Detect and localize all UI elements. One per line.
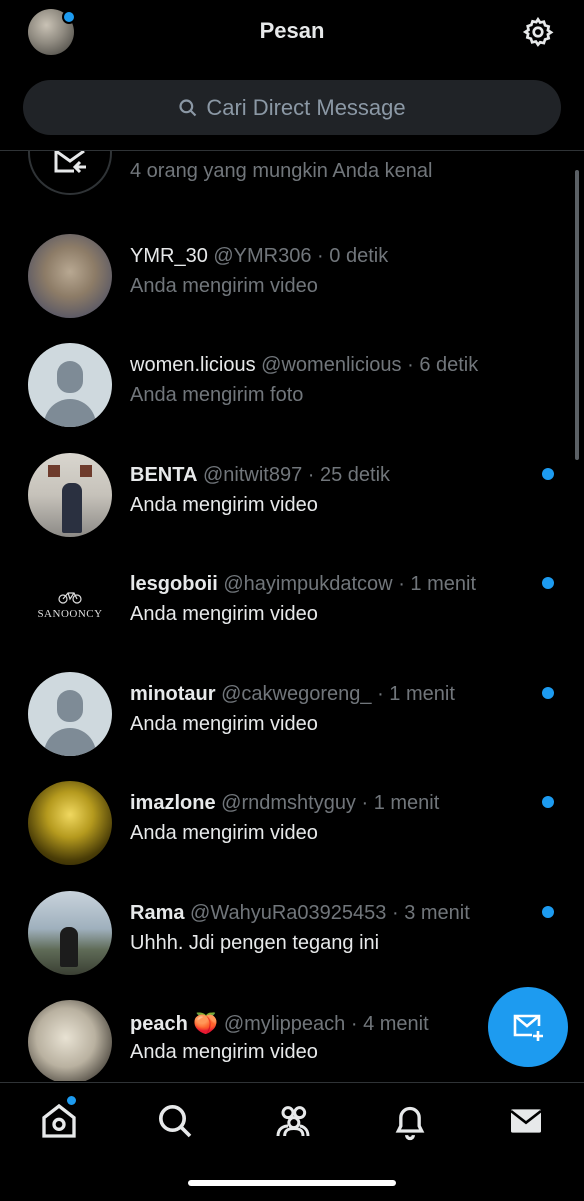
row-header: lesgoboii @hayimpukdatcow · 1 menit <box>130 573 476 596</box>
avatar <box>28 234 112 318</box>
scrollbar[interactable] <box>575 170 579 460</box>
separator: · <box>401 354 420 376</box>
avatar <box>28 781 112 865</box>
conversation-row[interactable]: women.licious @womenlicious · 6 detik An… <box>0 343 584 453</box>
avatar <box>28 891 112 975</box>
search-placeholder: Cari Direct Message <box>206 94 406 120</box>
envelope-plus-icon <box>513 1014 543 1041</box>
timestamp: 1 menit <box>373 792 440 814</box>
message-requests-row[interactable]: 4 orang yang mungkin Anda kenal <box>0 151 584 201</box>
page-title: Pesan <box>259 18 325 43</box>
search-icon <box>159 1105 192 1138</box>
username: @WahyuRa03925453 <box>190 902 387 924</box>
last-message: Anda mengirim video <box>130 1041 318 1063</box>
avatar <box>28 343 112 427</box>
row-header: minotaur @cakwegoreng_ · 1 menit <box>130 683 455 706</box>
logo-text: SANOONCY <box>37 608 103 620</box>
row-header: Rama @WahyuRa03925453 · 3 menit <box>130 902 470 925</box>
conversation-row[interactable]: Rama @WahyuRa03925453 · 3 menit Uhhh. Jd… <box>0 891 584 1001</box>
conversation-row[interactable]: imazlone @rndmshtyguy · 1 menit Anda men… <box>0 781 584 891</box>
conversation-row[interactable]: YMR_30 @YMR306 · 0 detik Anda mengirim v… <box>0 234 584 344</box>
new-message-button[interactable] <box>488 987 568 1067</box>
timestamp: 25 detik <box>320 464 391 486</box>
row-header: women.licious @womenlicious · 6 detik <box>130 354 478 377</box>
timestamp: 1 menit <box>389 683 455 705</box>
last-message: Anda mengirim video <box>130 494 318 516</box>
tab-home[interactable] <box>39 1101 79 1141</box>
settings-button[interactable] <box>522 16 554 48</box>
top-bar: Pesan <box>0 0 584 62</box>
home-icon <box>42 1103 76 1138</box>
last-message: Anda mengirim foto <box>130 384 304 406</box>
last-message: Anda mengirim video <box>130 603 318 625</box>
separator: · <box>345 1013 364 1035</box>
avatar: SANOONCY <box>28 562 112 646</box>
display-name: minotaur <box>130 683 216 705</box>
row-header: peach 🍑 @mylippeach · 4 menit <box>130 1011 429 1036</box>
separator: · <box>355 792 374 814</box>
separator: · <box>302 464 320 486</box>
envelope-arrow-icon <box>54 151 86 174</box>
row-header: imazlone @rndmshtyguy · 1 menit <box>130 792 439 815</box>
timestamp: 0 detik <box>329 245 389 267</box>
unread-indicator <box>542 577 554 589</box>
username: @YMR306 <box>213 245 312 267</box>
requests-subtitle: 4 orang yang mungkin Anda kenal <box>130 160 433 182</box>
home-indicator[interactable] <box>188 1180 396 1186</box>
avatar <box>28 672 112 756</box>
username: @nitwit897 <box>202 464 303 486</box>
timestamp: 3 menit <box>404 902 470 924</box>
display-name: Rama <box>130 902 185 924</box>
search-icon <box>179 98 197 116</box>
unread-indicator <box>542 468 554 480</box>
bell-icon <box>395 1106 425 1141</box>
unread-indicator <box>542 687 554 699</box>
tab-search[interactable] <box>155 1101 195 1141</box>
message-requests-avatar <box>28 151 112 195</box>
home-notification-dot <box>65 1094 78 1107</box>
display-name: lesgoboii <box>130 573 218 595</box>
gear-icon <box>522 16 554 47</box>
last-message: Anda mengirim video <box>130 713 318 735</box>
tab-messages[interactable] <box>506 1101 546 1141</box>
display-name: imazlone <box>130 792 216 814</box>
timestamp: 6 detik <box>419 354 479 376</box>
unread-indicator <box>542 906 554 918</box>
conversation-row[interactable]: minotaur @cakwegoreng_ · 1 menit Anda me… <box>0 672 584 782</box>
conversation-row[interactable]: SANOONCY lesgoboii @hayimpukdatcow · 1 m… <box>0 562 584 672</box>
display-name: BENTA <box>130 464 198 486</box>
display-name: women.licious <box>130 354 256 376</box>
timestamp: 1 menit <box>410 573 477 595</box>
avatar <box>28 453 112 537</box>
last-message: Anda mengirim video <box>130 822 318 844</box>
conversation-row[interactable]: BENTA @nitwit897 · 25 detik Anda mengiri… <box>0 453 584 563</box>
separator: · <box>392 573 411 595</box>
unread-indicator <box>542 796 554 808</box>
search-input[interactable]: Cari Direct Message <box>23 80 561 135</box>
display-name: YMR_30 <box>130 245 208 267</box>
username: @cakwegoreng_ <box>221 683 372 705</box>
row-header: YMR_30 @YMR306 · 0 detik <box>130 245 388 268</box>
timestamp: 4 menit <box>363 1013 429 1035</box>
username: @womenlicious <box>261 354 402 376</box>
username: @mylippeach <box>223 1013 346 1035</box>
display-name: peach 🍑 <box>130 1013 219 1035</box>
last-message: Anda mengirim video <box>130 275 318 297</box>
username: @rndmshtyguy <box>221 792 356 814</box>
envelope-icon <box>510 1109 542 1133</box>
communities-icon <box>276 1106 310 1137</box>
separator: · <box>386 902 405 924</box>
tab-notifications[interactable] <box>390 1101 430 1141</box>
tab-communities[interactable] <box>273 1101 313 1141</box>
row-header: BENTA @nitwit897 · 25 detik <box>130 464 390 487</box>
separator: · <box>311 245 330 267</box>
avatar <box>28 1000 112 1081</box>
separator: · <box>371 683 390 705</box>
conversation-list: 4 orang yang mungkin Anda kenal YMR_30 @… <box>0 151 584 1081</box>
last-message: Uhhh. Jdi pengen tegang ini <box>130 932 380 954</box>
username: @hayimpukdatcow <box>223 573 393 595</box>
